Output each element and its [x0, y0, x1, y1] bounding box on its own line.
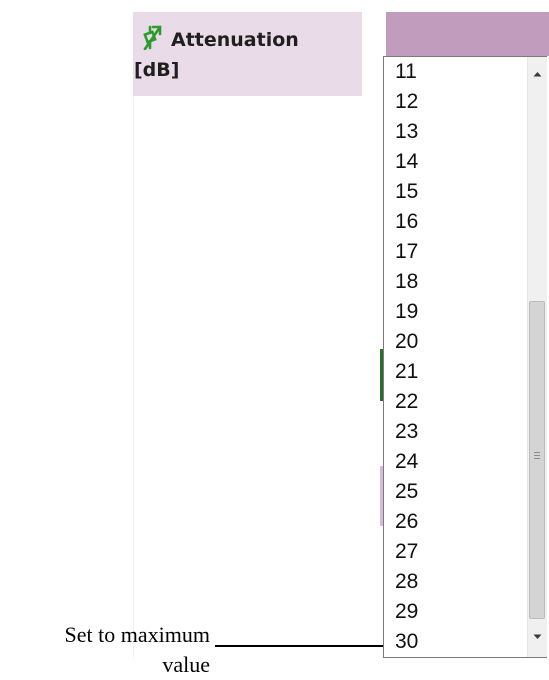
- annotation-line-1: Set to maximum: [64, 622, 210, 647]
- variable-attenuator-icon: [141, 24, 171, 55]
- dropdown-option[interactable]: 27: [384, 537, 527, 567]
- scroll-thumb[interactable]: [529, 301, 545, 619]
- header-unit: [dB]: [134, 59, 180, 81]
- dropdown-scrollbar[interactable]: [527, 57, 547, 657]
- dropdown-option[interactable]: 14: [384, 147, 527, 177]
- scroll-down-arrow-icon[interactable]: [532, 631, 543, 642]
- dropdown-option[interactable]: 19: [384, 297, 527, 327]
- attenuation-column-header[interactable]: Attenuation [dB]: [133, 12, 362, 96]
- dropdown-option[interactable]: 30: [384, 627, 527, 657]
- dropdown-option[interactable]: 23: [384, 417, 527, 447]
- dropdown-option[interactable]: 13: [384, 117, 527, 147]
- dropdown-option[interactable]: 11: [384, 57, 527, 87]
- dropdown-option[interactable]: 17: [384, 237, 527, 267]
- dropdown-options: 11 12 13 14 15 16 17 18 19 20 21 22 23 24 25 26 27 28 29 30: [384, 57, 527, 657]
- dropdown-option[interactable]: 24: [384, 447, 527, 477]
- dropdown-option[interactable]: 18: [384, 267, 527, 297]
- annotation-line-2: value: [162, 652, 210, 677]
- dropdown-option[interactable]: 20: [384, 327, 527, 357]
- scroll-up-arrow-icon[interactable]: [532, 69, 543, 80]
- dropdown-option[interactable]: 29: [384, 597, 527, 627]
- attenuation-dropdown-list[interactable]: 11 12 13 14 15 16 17 18 19 20 21 22 23 24 25 26 27 28 29 30: [383, 56, 547, 658]
- dropdown-option[interactable]: 15: [384, 177, 527, 207]
- annotation-leader-line: [215, 645, 383, 647]
- header-title-row: Attenuation: [141, 24, 299, 55]
- dropdown-option[interactable]: 28: [384, 567, 527, 597]
- attenuation-column-body: [133, 96, 384, 658]
- dropdown-option[interactable]: 21: [384, 357, 527, 387]
- header-title: Attenuation: [171, 28, 299, 51]
- dropdown-option[interactable]: 16: [384, 207, 527, 237]
- dropdown-option[interactable]: 26: [384, 507, 527, 537]
- dropdown-option[interactable]: 25: [384, 477, 527, 507]
- scroll-thumb-grip-icon: [534, 452, 540, 461]
- annotation-callout: Set to maximum value: [65, 620, 210, 680]
- dropdown-option[interactable]: 12: [384, 87, 527, 117]
- selected-cell-band[interactable]: [386, 12, 549, 56]
- dropdown-option[interactable]: 22: [384, 387, 527, 417]
